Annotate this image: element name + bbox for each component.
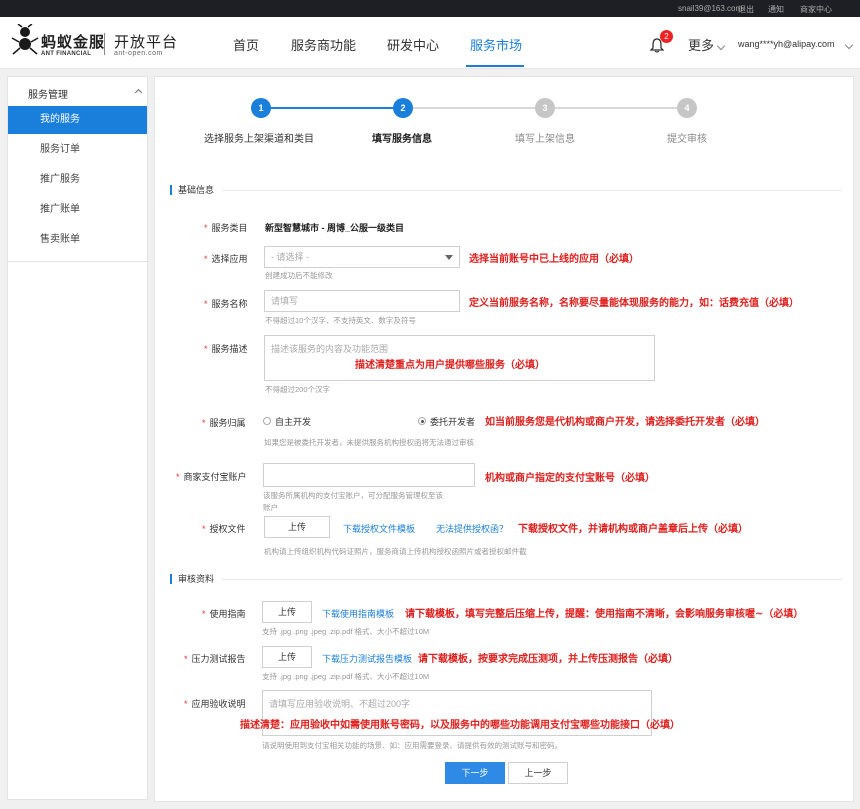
chevron-down-icon bbox=[445, 255, 453, 260]
alipay-input[interactable] bbox=[263, 463, 475, 487]
sidebar-item-promote[interactable]: 推广服务 bbox=[8, 166, 147, 194]
owner-annotation: 如当前服务您是代机构或商户开发，请选择委托开发者（必填） bbox=[485, 417, 765, 428]
stress-template-link[interactable]: 下载压力测试报告模板 bbox=[322, 652, 412, 665]
more-chevron-down-icon bbox=[716, 41, 726, 51]
prev-step-button[interactable]: 上一步 bbox=[508, 762, 568, 784]
notify-link[interactable]: 通知 bbox=[768, 4, 784, 15]
guide-upload-button[interactable]: 上传 bbox=[262, 601, 312, 623]
category-value: 新型智慧城市 - 周博_公服一级类目 bbox=[265, 223, 405, 233]
stress-annotation: 请下载模板，按要求完成压测项，并上传压测报告（必填） bbox=[418, 654, 678, 665]
desc-hint: 不得超过200个汉字 bbox=[265, 385, 331, 394]
platform-title: 开放平台 bbox=[114, 34, 179, 51]
desc-annotation: 描述清楚重点为用户提供哪些服务（必填） bbox=[355, 360, 545, 371]
step-1-circle: 1 bbox=[251, 98, 271, 118]
section-review-rule bbox=[222, 579, 842, 580]
platform-sub: ant-open.com bbox=[114, 50, 163, 57]
app-select[interactable]: - 请选择 - bbox=[264, 246, 460, 268]
sidebar-filler bbox=[7, 262, 148, 800]
name-hint: 不得超过10个汉字、不支持英文、数字及符号 bbox=[265, 316, 416, 325]
ant-logo-icon[interactable] bbox=[10, 24, 40, 58]
header: 蚂蚁金服 ANT FINANCIAL 开放平台 ant-open.com 首页 … bbox=[0, 17, 860, 69]
sidebar-item-orders[interactable]: 服务订单 bbox=[8, 136, 147, 164]
auth-no-letter-link[interactable]: 无法提供授权函？ bbox=[436, 522, 508, 535]
logo-sub: ANT FINANCIAL bbox=[41, 51, 92, 57]
merchant-center-link[interactable]: 商家中心 bbox=[800, 4, 832, 15]
logout-link[interactable]: 退出 bbox=[738, 4, 754, 15]
name-annotation: 定义当前服务名称，名称要尽量能体现服务的能力，如：话费充值（必填） bbox=[469, 298, 799, 309]
app-annotation: 选择当前账号中已上线的应用（必填） bbox=[469, 254, 639, 265]
alipay-annotation: 机构或商户指定的支付宝账号（必填） bbox=[485, 473, 655, 484]
logo-divider bbox=[104, 33, 105, 55]
step-connector-3 bbox=[554, 107, 678, 109]
sidebar-item-promo-bills[interactable]: 推广账单 bbox=[8, 196, 147, 224]
accept-annotation: 描述清楚：应用验收中如需使用账号密码，以及服务中的哪些功能调用支付宝哪些功能接口… bbox=[240, 720, 680, 731]
name-label: * 服务名称 bbox=[204, 299, 248, 309]
logo-text: 蚂蚁金服 bbox=[41, 34, 106, 51]
nav-dev-center[interactable]: 研发中心 bbox=[387, 35, 439, 54]
auth-label: * 授权文件 bbox=[202, 524, 246, 534]
top-email: snail39@163.com bbox=[678, 4, 743, 13]
step-3-circle: 3 bbox=[535, 98, 555, 118]
step-connector-2 bbox=[412, 107, 536, 109]
owner-delegate-radio[interactable] bbox=[418, 417, 426, 425]
top-strip: snail39@163.com 退出 通知 商家中心 bbox=[0, 0, 860, 17]
nav-provider-functions[interactable]: 服务商功能 bbox=[291, 35, 356, 54]
auth-upload-button[interactable]: 上传 bbox=[264, 516, 330, 538]
guide-template-link[interactable]: 下载使用指南模板 bbox=[322, 607, 394, 620]
owner-delegate-label[interactable]: 委托开发者 bbox=[430, 415, 475, 428]
guide-label: * 使用指南 bbox=[202, 609, 246, 619]
desc-label: * 服务描述 bbox=[204, 344, 248, 354]
stress-label: * 压力测试报告 bbox=[184, 654, 246, 664]
owner-self-radio[interactable] bbox=[263, 417, 271, 425]
sidebar-item-sales-bills[interactable]: 售卖账单 bbox=[8, 226, 147, 254]
step-2-label: 填写服务信息 bbox=[372, 134, 432, 145]
category-label: * 服务类目 bbox=[204, 223, 248, 233]
step-3-label: 填写上架信息 bbox=[515, 134, 575, 145]
sidebar-group-title[interactable]: 服务管理 bbox=[28, 86, 68, 101]
guide-hint: 支持 .jpg .png .jpeg .zip.pdf 格式、大小不超过10M bbox=[262, 627, 430, 636]
alipay-hint-2: 账户 bbox=[263, 503, 278, 512]
section-basic-rule bbox=[222, 190, 842, 191]
alipay-hint: 该服务所属机构的支付宝账户，可分配服务管理权至该 bbox=[263, 491, 443, 500]
stress-hint: 支持 .jpg .png .jpeg .zip.pdf 格式、大小不超过10M bbox=[262, 672, 430, 681]
section-basic-info-title: 基础信息 bbox=[170, 185, 214, 195]
sidebar: 服务管理 我的服务 服务订单 推广服务 推广账单 售卖账单 bbox=[7, 76, 148, 262]
nav-service-market[interactable]: 服务市场 bbox=[470, 35, 522, 54]
accept-hint: 请说明使用到支付宝相关功能的场景、如：应用需要登录、请提供有效的测试账号和密码。 bbox=[262, 741, 562, 750]
name-input[interactable]: 请填写 bbox=[264, 290, 460, 312]
section-review-title: 审核资料 bbox=[170, 574, 214, 584]
auth-annotation: 下载授权文件，并请机构或商户盖章后上传（必填） bbox=[518, 524, 748, 535]
notification-badge: 2 bbox=[660, 30, 673, 43]
owner-hint: 如果您是被委托开发者，未提供服务机构授权函将无法通过审核 bbox=[264, 438, 474, 447]
more-menu[interactable]: 更多 bbox=[688, 35, 714, 54]
app-label: * 选择应用 bbox=[204, 254, 248, 264]
step-2-circle: 2 bbox=[393, 98, 413, 118]
step-connector-1 bbox=[270, 107, 394, 109]
owner-label: * 服务归属 bbox=[202, 418, 246, 428]
user-chevron-down-icon bbox=[844, 40, 854, 50]
nav-home[interactable]: 首页 bbox=[233, 35, 259, 54]
chevron-up-icon[interactable] bbox=[134, 88, 143, 97]
step-4-label: 提交审核 bbox=[667, 134, 707, 145]
nav-active-underline bbox=[466, 65, 524, 67]
auth-template-link[interactable]: 下载授权文件模板 bbox=[343, 522, 415, 535]
step-1-label: 选择服务上架渠道和类目 bbox=[204, 134, 314, 145]
alipay-label: * 商家支付宝账户 bbox=[176, 472, 247, 482]
sidebar-item-my-services[interactable]: 我的服务 bbox=[8, 106, 147, 134]
next-step-button[interactable]: 下一步 bbox=[445, 762, 505, 784]
owner-self-label[interactable]: 自主开发 bbox=[275, 415, 311, 428]
user-account[interactable]: wang****yh@alipay.com bbox=[738, 39, 835, 49]
app-hint: 创建成功后不能修改 bbox=[265, 271, 333, 280]
step-4-circle: 4 bbox=[677, 98, 697, 118]
stress-upload-button[interactable]: 上传 bbox=[262, 646, 312, 668]
guide-annotation: 请下载模板，填写完整后压缩上传，提醒：使用指南不清晰，会影响服务审核喔~（必填） bbox=[405, 609, 804, 620]
accept-label: * 应用验收说明 bbox=[184, 699, 246, 709]
auth-hint: 机构请上传组织机构代码证照片，服务商请上传机构授权函照片或者授权邮件截 bbox=[264, 547, 527, 556]
